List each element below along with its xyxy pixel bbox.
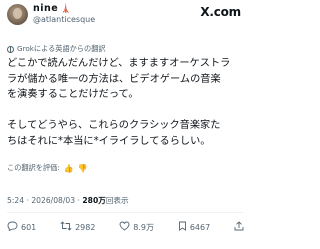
tweet-line: ちはそれに*本当に*イライラしてるらしい。 xyxy=(7,135,211,147)
rate-label: この翻訳を評価: xyxy=(7,163,60,172)
translation-text: Grokによる英語からの翻訳 xyxy=(17,44,106,53)
heart-icon xyxy=(119,221,130,234)
tweet-text: どこかで読んだんだけど、ますますオーケストラ ラが儲かる唯一の方法は、ビデオゲー… xyxy=(7,56,245,149)
view-label: 回表示 xyxy=(105,196,129,205)
spire-emoji: 🗼 xyxy=(60,4,72,14)
tweet-line: ラが儲かる唯一の方法は、ビデオゲームの音楽 xyxy=(7,73,221,85)
like-count: 8.9万 xyxy=(133,223,154,232)
tweet-line: そしてどうやら、これらのクラシック音楽家た xyxy=(7,120,221,131)
reply-icon xyxy=(7,221,18,234)
post-date[interactable]: 2026/08/03 xyxy=(31,196,75,205)
repost-count: 2982 xyxy=(75,223,96,232)
post-time[interactable]: 5:24 xyxy=(7,196,24,205)
share-icon xyxy=(234,221,244,234)
share-button[interactable] xyxy=(234,221,247,234)
meta-separator: · xyxy=(26,196,29,205)
bookmark-button[interactable]: 6467 xyxy=(178,221,210,234)
tweet-line xyxy=(7,103,245,119)
reply-count: 601 xyxy=(21,223,37,232)
user-handle[interactable]: @atlanticesque xyxy=(33,15,95,24)
x-logo: X.com xyxy=(200,5,241,19)
tweet-line: どこかで読んだんだけど、ますますオーケストラ xyxy=(7,58,231,69)
tweet-meta: 5:24 · 2026/08/03 · 280万回表示 xyxy=(7,195,129,206)
divider xyxy=(7,212,243,213)
thumbs-up-icon[interactable]: 👍 xyxy=(64,164,74,173)
avatar-face xyxy=(13,8,22,19)
meta-separator: · xyxy=(77,196,80,205)
translation-notice: Grokによる英語からの翻訳 xyxy=(7,44,106,54)
reply-button[interactable]: 601 xyxy=(7,221,36,234)
thumbs-down-icon[interactable]: 👎 xyxy=(78,164,88,173)
display-name-text: nine xyxy=(33,3,59,14)
like-button[interactable]: 8.9万 xyxy=(119,221,154,234)
bookmark-count: 6467 xyxy=(189,223,211,232)
repost-icon xyxy=(60,221,72,234)
rate-translation: この翻訳を評価: 👍 👎 xyxy=(7,163,88,173)
tweet-line: を演奏することだけだって。 xyxy=(7,89,139,100)
bookmark-icon xyxy=(178,221,187,234)
avatar[interactable] xyxy=(7,4,28,25)
action-bar: 601 2982 8.9万 6467 xyxy=(7,221,247,234)
translate-icon xyxy=(7,45,14,53)
display-name[interactable]: nine 🗼 xyxy=(33,3,72,14)
view-count: 280万 xyxy=(82,196,106,205)
repost-button[interactable]: 2982 xyxy=(60,221,95,234)
